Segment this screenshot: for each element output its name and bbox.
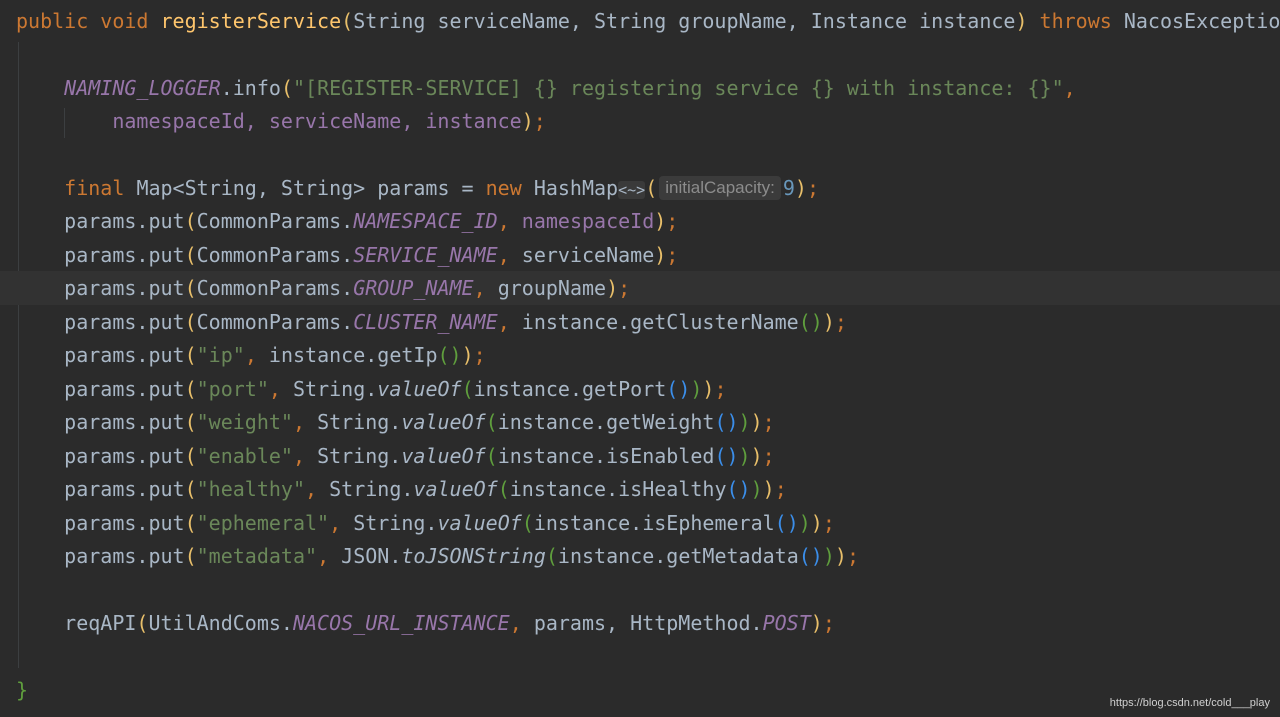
static-method: valueOf [437,511,522,535]
class-name: UtilAndComs. [148,611,293,635]
class-name: CommonParams. [196,209,354,233]
class-name: String. [329,477,414,501]
method-call: params.put [64,544,185,568]
method-call: params.put [64,310,185,334]
method-call: params.put [64,444,185,468]
parameter-hint: initialCapacity: [659,176,781,200]
class-name: String. [292,377,378,401]
class-name: HashMap [533,176,619,200]
constant: CLUSTER_NAME [353,310,498,334]
code-line[interactable]: params.put("enable", String.valueOf(inst… [0,439,1280,473]
constant: POST [762,611,811,635]
method-call: instance.isEphemeral [533,511,775,535]
code-line[interactable]: NAMING_LOGGER.info("[REGISTER-SERVICE] {… [0,71,1280,105]
code-line[interactable]: params.put("metadata", JSON.toJSONString… [0,539,1280,573]
code-line[interactable]: params.put(CommonParams.CLUSTER_NAME, in… [0,305,1280,339]
method-call: params.put [64,477,185,501]
string-literal: "enable" [196,444,293,468]
method-call: params.put [64,410,185,434]
watermark: https://blog.csdn.net/cold___play [1109,697,1270,709]
number-literal: 9 [782,176,795,200]
constant: SERVICE_NAME [353,243,498,267]
static-method: valueOf [401,444,486,468]
class-name: String. [317,410,402,434]
logger-field: NAMING_LOGGER [64,76,221,100]
code-line[interactable]: reqAPI(UtilAndComs.NACOS_URL_INSTANCE, p… [0,606,1280,640]
method-params: String serviceName, String groupName, In… [353,9,1016,33]
exception-type: NacosException [1123,9,1280,33]
static-method: valueOf [401,410,486,434]
code-line[interactable]: namespaceId, serviceName, instance); [0,104,1280,138]
keyword: final [64,176,125,200]
constant: NAMESPACE_ID [353,209,498,233]
diamond-operator: <~> [618,181,646,199]
keyword: new [485,176,522,200]
string-literal: "healthy" [196,477,306,501]
code-line[interactable]: params.put(CommonParams.SERVICE_NAME, se… [0,238,1280,272]
method-call: instance.getWeight [497,410,715,434]
class-name: String. [317,444,402,468]
closing-brace: } [16,678,29,702]
method-call: instance.isEnabled [497,444,715,468]
argument: serviceName [521,243,655,267]
keyword: public [16,9,89,33]
string-literal: "port" [196,377,269,401]
code-line[interactable]: } [0,673,1280,707]
string-literal: "metadata" [196,544,318,568]
method-call: params.put [64,276,185,300]
static-method: valueOf [377,377,462,401]
code-line[interactable]: params.put("ephemeral", String.valueOf(i… [0,506,1280,540]
class-name: CommonParams. [196,276,354,300]
method-call: params.put [64,343,185,367]
string-literal: "ephemeral" [196,511,330,535]
string-literal: "[REGISTER-SERVICE] {} registering servi… [292,76,1064,100]
class-name: String. [353,511,438,535]
argument: instance.getClusterName [521,310,799,334]
argument: groupName [497,276,607,300]
method-name: registerService [160,9,342,33]
declaration: Map<String, String> params = [136,176,486,200]
method-call: instance.isHealthy [509,477,727,501]
class-name: CommonParams. [196,243,354,267]
code-line[interactable]: params.put("weight", String.valueOf(inst… [0,405,1280,439]
keyword: void [100,9,149,33]
method-call: .info [220,76,281,100]
code-editor[interactable]: public void registerService(String servi… [0,0,1280,717]
static-method: valueOf [413,477,498,501]
code-line[interactable]: params.put(CommonParams.NAMESPACE_ID, na… [0,204,1280,238]
code-line[interactable]: public void registerService(String servi… [0,4,1280,38]
string-literal: "ip" [196,343,245,367]
method-call: params.put [64,243,185,267]
code-line[interactable]: params.put("healthy", String.valueOf(ins… [0,472,1280,506]
static-method: toJSONString [401,544,546,568]
keyword: throws [1039,9,1112,33]
class-name: JSON. [341,544,402,568]
method-call: reqAPI [64,611,137,635]
code-line[interactable]: params.put("ip", instance.getIp()); [0,338,1280,372]
method-call: instance.getPort [473,377,667,401]
constant: GROUP_NAME [353,276,474,300]
string-literal: "weight" [196,410,293,434]
constant: NACOS_URL_INSTANCE [292,611,510,635]
method-call: params.put [64,511,185,535]
code-line[interactable]: params.put("port", String.valueOf(instan… [0,372,1280,406]
arguments: namespaceId, serviceName, instance [112,109,522,133]
code-line-current[interactable]: params.put(CommonParams.GROUP_NAME, grou… [0,271,1280,305]
method-call: instance.getMetadata [557,544,799,568]
arguments: params, HttpMethod. [533,611,763,635]
method-call: params.put [64,377,185,401]
argument: namespaceId [521,209,655,233]
method-call: instance.getIp [268,343,438,367]
code-line[interactable]: final Map<String, String> params = new H… [0,171,1280,205]
method-call: params.put [64,209,185,233]
class-name: CommonParams. [196,310,354,334]
